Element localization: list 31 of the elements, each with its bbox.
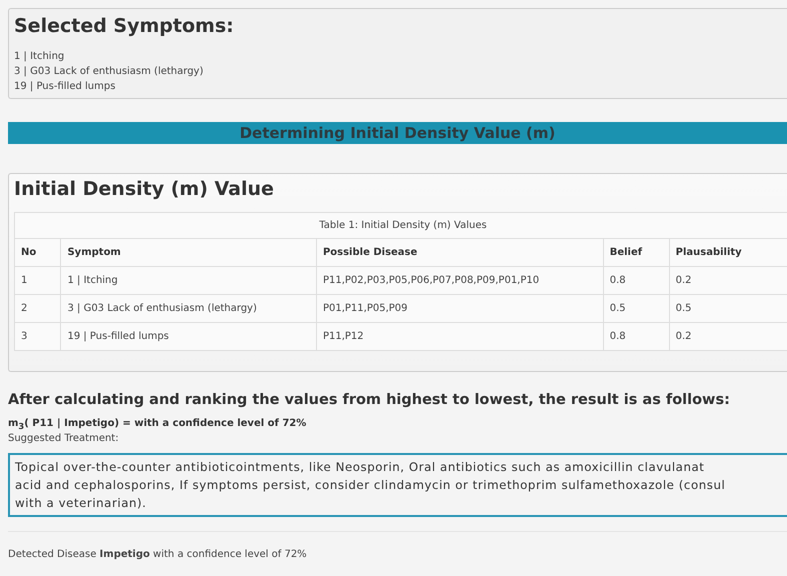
- table-cell: 3 | G03 Lack of enthusiasm (lethargy): [60, 294, 316, 322]
- symptom-item: 3 | G03 Lack of enthusiasm (lethargy): [14, 65, 204, 79]
- column-header: Belief: [603, 238, 670, 266]
- treatment-text: Topical over-the-counter antibioticointments, like Neosporin, Oral antibiotics such as amoxicillin clavulanat: [15, 459, 706, 476]
- result-heading: After calculating and ranking the values from highest to lowest, the result is as follows:: [8, 392, 731, 408]
- table-cell: 0.8: [603, 322, 670, 350]
- card-title: Selected Symptoms:: [14, 15, 235, 37]
- symptom-item: 1 | Itching: [14, 50, 66, 64]
- table-cell: 0.8: [603, 266, 670, 294]
- column-header: Symptom: [60, 238, 316, 266]
- table-cell: 3: [14, 322, 61, 350]
- column-header: No: [14, 238, 61, 266]
- table-cell: P11,P02,P03,P05,P06,P07,P08,P09,P01,P10: [316, 266, 604, 294]
- column-header: Plausability: [669, 238, 787, 266]
- table-cell: 1: [14, 266, 61, 294]
- card-title: Initial Density (m) Value: [14, 178, 275, 200]
- table-cell: P01,P11,P05,P09: [316, 294, 604, 322]
- treatment-text: acid and cephalosporins, If symptoms persist, consider clindamycin or trimethoprim sulfamethoxazole (consul: [15, 477, 726, 494]
- result-formula: m$_{3}$( P11 | Impetigo) = with a confidence level of 72%: [8, 418, 308, 431]
- table-caption: Table 1: Initial Density (m) Values: [14, 212, 787, 238]
- table-cell: 19 | Pus-filled lumps: [60, 322, 316, 350]
- table-cell: P11,P12: [316, 322, 604, 350]
- treatment-text: with a veterinarian).: [15, 495, 148, 512]
- table-cell: 1 | Itching: [60, 266, 316, 294]
- column-header: Possible Disease: [316, 238, 604, 266]
- table-cell: 2: [14, 294, 61, 322]
- treatment-label: Suggested Treatment:: [8, 432, 120, 446]
- section-banner: Determining Initial Density Value (m): [8, 122, 787, 144]
- table-cell: 0.5: [603, 294, 670, 322]
- symptom-item: 19 | Pus-filled lumps: [14, 80, 116, 94]
- detected-text: Detected Disease Impetigo with a confidence level of 72%: [8, 549, 308, 560]
